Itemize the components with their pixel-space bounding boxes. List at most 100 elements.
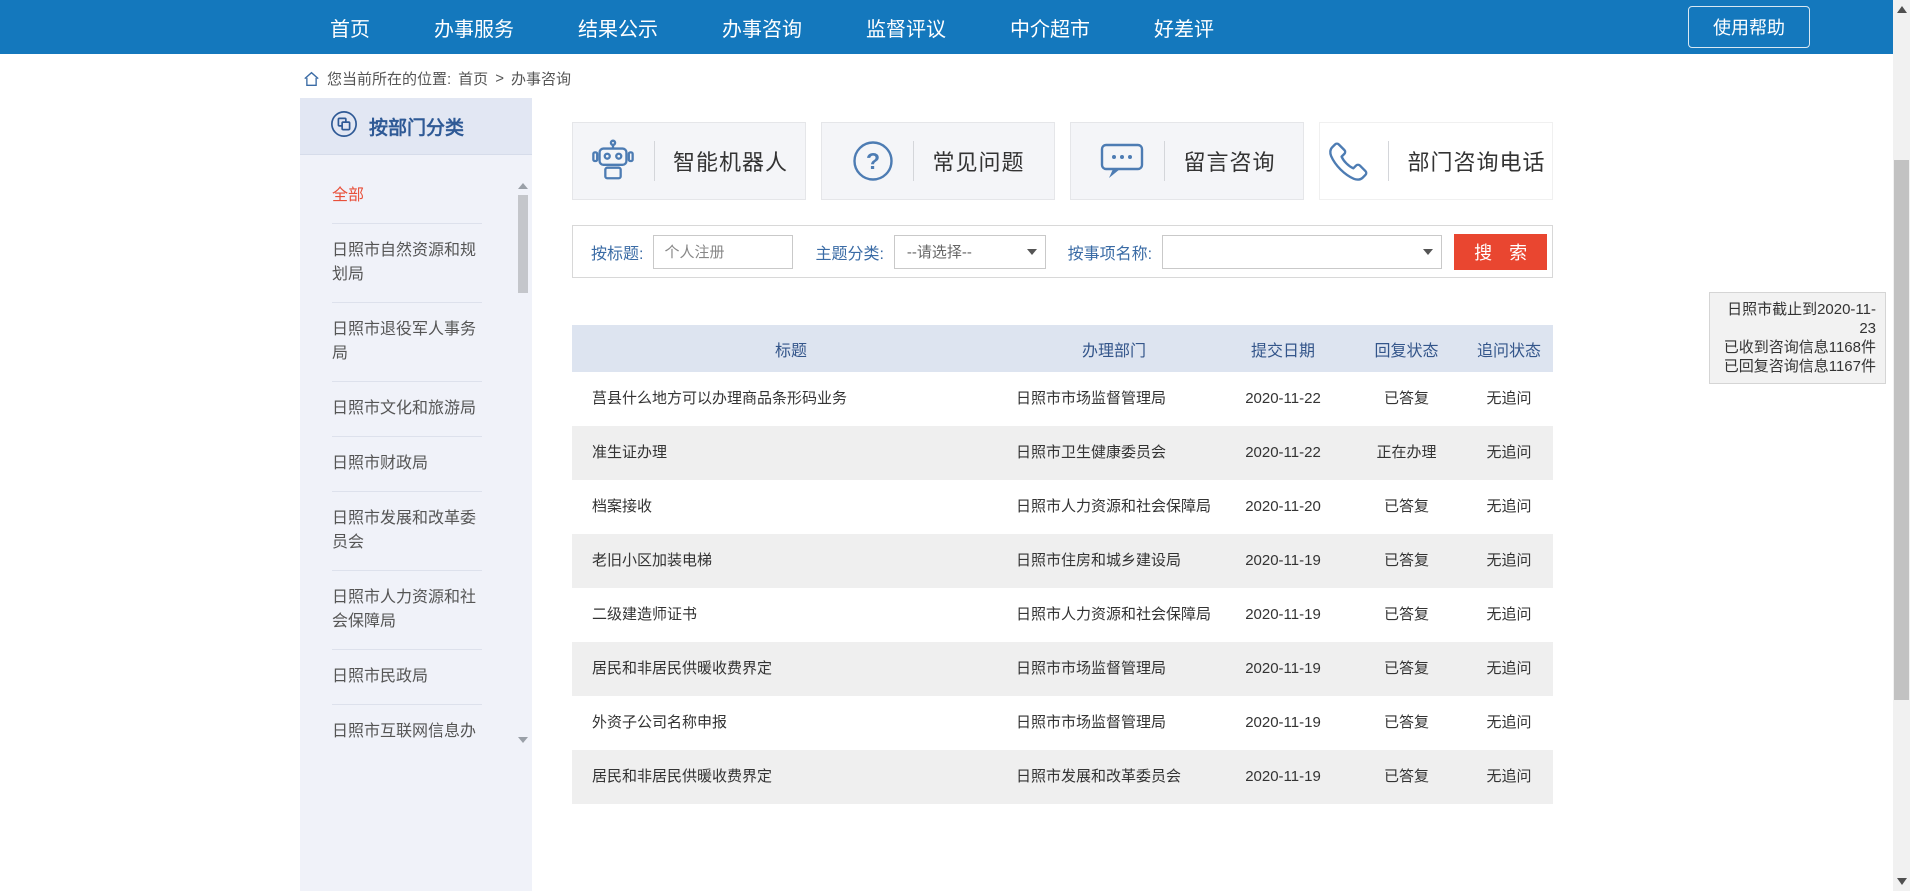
sidebar-scrollbar[interactable]: [517, 183, 529, 743]
consultation-title-link[interactable]: 二级建造师证书: [572, 588, 1010, 642]
table-row[interactable]: 外资子公司名称申报日照市市场监督管理局2020-11-19已答复无追问: [572, 696, 1553, 750]
department-cell: 日照市人力资源和社会保障局: [1010, 480, 1218, 534]
nav-item[interactable]: 监督评议: [866, 13, 946, 42]
submit-date-cell: 2020-11-19: [1218, 696, 1348, 750]
divider: [1164, 141, 1165, 181]
nav-item[interactable]: 首页: [330, 13, 370, 42]
consultation-title-link[interactable]: 准生证办理: [572, 426, 1010, 480]
breadcrumb-current: 办事咨询: [511, 68, 571, 89]
table-row[interactable]: 老旧小区加装电梯日照市住房和城乡建设局2020-11-19已答复无追问: [572, 534, 1553, 588]
search-panel: 按标题: 主题分类: --请选择-- 按事项名称: 搜 索: [572, 225, 1553, 278]
home-icon: [303, 71, 320, 87]
sidebar-item[interactable]: 日照市人力资源和社会保障局: [332, 571, 482, 650]
follow-up-status-cell: 无追问: [1465, 588, 1553, 642]
feature-card-部门咨询电话[interactable]: 部门咨询电话: [1319, 122, 1553, 200]
stats-box: 日照市截止到2020-11-23 已收到咨询信息1168件 已回复咨询信息116…: [1709, 292, 1886, 384]
sidebar-scroll-down-icon[interactable]: [518, 737, 528, 743]
message-bubble-icon: [1098, 139, 1146, 183]
feature-label: 常见问题: [932, 145, 1024, 177]
table-row[interactable]: 准生证办理日照市卫生健康委员会2020-11-22正在办理无追问: [572, 426, 1553, 480]
follow-up-status-cell: 无追问: [1465, 750, 1553, 804]
reply-status-cell: 已答复: [1348, 696, 1465, 750]
consultation-title-link[interactable]: 档案接收: [572, 480, 1010, 534]
help-button[interactable]: 使用帮助: [1688, 6, 1810, 48]
nav-item[interactable]: 办事咨询: [722, 13, 802, 42]
sidebar-scroll-up-icon[interactable]: [518, 183, 528, 189]
feature-card-常见问题[interactable]: ? 常见问题: [821, 122, 1055, 200]
submit-date-cell: 2020-11-22: [1218, 372, 1348, 426]
reply-status-cell: 已答复: [1348, 642, 1465, 696]
sidebar-scrollbar-thumb[interactable]: [518, 195, 528, 293]
submit-date-cell: 2020-11-19: [1218, 642, 1348, 696]
page-scroll-down-icon[interactable]: [1897, 878, 1907, 885]
category-select[interactable]: --请选择--: [894, 235, 1046, 269]
nav-item[interactable]: 结果公示: [578, 13, 658, 42]
submit-date-cell: 2020-11-20: [1218, 480, 1348, 534]
stats-line-date: 日照市截止到2020-11-23: [1719, 300, 1876, 338]
sidebar-item[interactable]: 日照市发展和改革委员会: [332, 492, 482, 571]
table-row[interactable]: 居民和非居民供暖收费界定日照市发展和改革委员会2020-11-19已答复无追问: [572, 750, 1553, 804]
feature-card-智能机器人[interactable]: 智能机器人: [572, 122, 806, 200]
page-scroll-up-icon[interactable]: [1897, 6, 1907, 13]
chevron-down-icon: [1423, 249, 1433, 255]
submit-date-cell: 2020-11-19: [1218, 534, 1348, 588]
item-filter-label: 按事项名称:: [1068, 240, 1152, 264]
divider: [1388, 141, 1389, 181]
department-list: 全部日照市自然资源和规划局日照市退役军人事务局日照市文化和旅游局日照市财政局日照…: [300, 155, 532, 759]
consultation-table: 标题办理部门提交日期回复状态追问状态 莒县什么地方可以办理商品条形码业务日照市市…: [572, 325, 1553, 804]
stats-line-received: 已收到咨询信息1168件: [1719, 338, 1876, 357]
sidebar-header: 按部门分类: [300, 98, 532, 155]
column-header: 追问状态: [1465, 325, 1553, 372]
column-header: 回复状态: [1348, 325, 1465, 372]
sidebar-item[interactable]: 日照市财政局: [332, 437, 482, 492]
consultation-title-link[interactable]: 外资子公司名称申报: [572, 696, 1010, 750]
department-cell: 日照市市场监督管理局: [1010, 642, 1218, 696]
svg-text:?: ?: [866, 148, 880, 174]
breadcrumb-home-link[interactable]: 首页: [458, 68, 488, 89]
feature-label: 留言咨询: [1183, 145, 1275, 177]
sidebar-title: 按部门分类: [369, 113, 464, 140]
submit-date-cell: 2020-11-22: [1218, 426, 1348, 480]
category-filter-label: 主题分类:: [815, 240, 883, 264]
sidebar-item[interactable]: 日照市退役军人事务局: [332, 303, 482, 382]
nav-item[interactable]: 办事服务: [434, 13, 514, 42]
category-select-value: --请选择--: [907, 241, 972, 262]
page-scrollbar[interactable]: [1893, 0, 1910, 891]
table-row[interactable]: 二级建造师证书日照市人力资源和社会保障局2020-11-19已答复无追问: [572, 588, 1553, 642]
follow-up-status-cell: 无追问: [1465, 696, 1553, 750]
sidebar-item[interactable]: 全部: [332, 169, 482, 224]
nav-item[interactable]: 中介超市: [1010, 13, 1090, 42]
department-cell: 日照市卫生健康委员会: [1010, 426, 1218, 480]
submit-date-cell: 2020-11-19: [1218, 588, 1348, 642]
follow-up-status-cell: 无追问: [1465, 426, 1553, 480]
nav-item[interactable]: 好差评: [1154, 13, 1214, 42]
breadcrumb: 您当前所在的位置: 首页 > 办事咨询: [303, 68, 571, 89]
column-header: 提交日期: [1218, 325, 1348, 372]
breadcrumb-prefix: 您当前所在的位置:: [327, 68, 451, 89]
sidebar-item[interactable]: 日照市自然资源和规划局: [332, 224, 482, 303]
nav-menu: 首页 办事服务 结果公示 办事咨询 监督评议 中介超市 好差评: [330, 13, 1214, 42]
feature-card-留言咨询[interactable]: 留言咨询: [1070, 122, 1304, 200]
search-button[interactable]: 搜 索: [1454, 234, 1547, 270]
table-row[interactable]: 档案接收日照市人力资源和社会保障局2020-11-20已答复无追问: [572, 480, 1553, 534]
page-scrollbar-thumb[interactable]: [1894, 160, 1909, 700]
sidebar-item[interactable]: 日照市文化和旅游局: [332, 382, 482, 437]
consultation-title-link[interactable]: 居民和非居民供暖收费界定: [572, 642, 1010, 696]
consultation-title-link[interactable]: 老旧小区加装电梯: [572, 534, 1010, 588]
reply-status-cell: 已答复: [1348, 534, 1465, 588]
table-row[interactable]: 居民和非居民供暖收费界定日照市市场监督管理局2020-11-19已答复无追问: [572, 642, 1553, 696]
department-cell: 日照市发展和改革委员会: [1010, 750, 1218, 804]
department-cell: 日照市人力资源和社会保障局: [1010, 588, 1218, 642]
page: 首页办事服务结果公示办事咨询监督评议中介超市好差评 使用帮助 您当前所在的位置:…: [0, 0, 1910, 891]
title-search-input[interactable]: [653, 235, 793, 269]
consultation-title-link[interactable]: 莒县什么地方可以办理商品条形码业务: [572, 372, 1010, 426]
reply-status-cell: 已答复: [1348, 588, 1465, 642]
chevron-down-icon: [1027, 249, 1037, 255]
sidebar-item[interactable]: 日照市民政局: [332, 650, 482, 705]
consultation-title-link[interactable]: 居民和非居民供暖收费界定: [572, 750, 1010, 804]
sidebar-item[interactable]: 日照市互联网信息办: [332, 705, 482, 759]
breadcrumb-separator: >: [495, 70, 504, 87]
table-row[interactable]: 莒县什么地方可以办理商品条形码业务日照市市场监督管理局2020-11-22已答复…: [572, 372, 1553, 426]
feature-label: 智能机器人: [673, 145, 788, 177]
item-name-select[interactable]: [1162, 235, 1442, 269]
